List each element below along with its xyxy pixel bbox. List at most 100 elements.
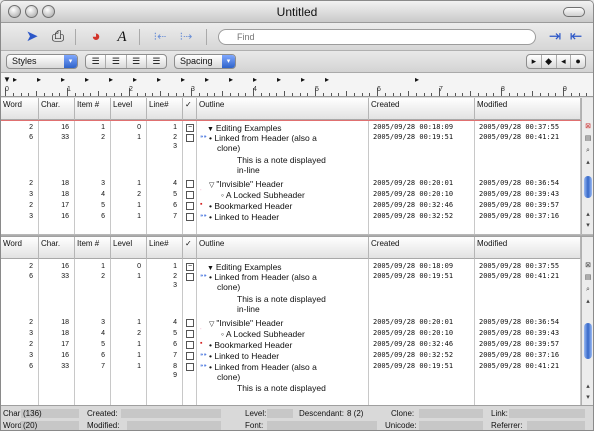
- indent-marker[interactable]: ▼: [3, 75, 11, 84]
- scroll-up-arrow-icon[interactable]: ▴: [583, 297, 593, 307]
- outline-item[interactable]: • Linked to Header: [209, 212, 379, 222]
- column-header-char[interactable]: Char.: [39, 237, 75, 259]
- column-header-created[interactable]: Created: [369, 98, 475, 120]
- left-tab-icon[interactable]: ▸: [527, 55, 542, 68]
- move-right-icon[interactable]: ⁝⇢: [177, 28, 195, 46]
- disclosure-triangle-icon[interactable]: ▼: [207, 126, 216, 133]
- column-header-modified[interactable]: Modified: [475, 237, 581, 259]
- zoom-icon[interactable]: ⌕: [583, 146, 593, 156]
- close-view-icon[interactable]: ⊠: [583, 261, 593, 271]
- outline-item[interactable]: ◦ A Locked Subheader: [221, 329, 391, 339]
- outline-row[interactable]: 6 33 7 1 8 9 ⁍⁍ • Linked from Header (also a clo…: [1, 362, 581, 382]
- outline-row[interactable]: 3 16 6 1 7 ⁍⁍ • Linked to Header 2005/09/28 00:…: [1, 212, 581, 232]
- ruler[interactable]: ▼ ▸ ▸ ▸ ▸ ▸ ▸ ▸ ▸ ▸ ▸ ▸ ▸ ▸ ▸ ▸ 0 1 2 3 4 5 6 7 8 9: [1, 73, 593, 97]
- zoom-icon[interactable]: ⌕: [583, 285, 593, 295]
- column-header-check[interactable]: ✓: [183, 237, 197, 259]
- outline-pane-bottom[interactable]: Word Char. Item # Level Line# ✓ Outline Created…: [1, 237, 581, 405]
- tab-stop-marker[interactable]: ▸: [325, 75, 329, 84]
- column-header-word[interactable]: Word: [1, 237, 39, 259]
- spacing-popup[interactable]: Spacing ▾: [174, 54, 236, 69]
- tab-stop-marker[interactable]: ▸: [205, 75, 209, 84]
- checkbox[interactable]: [186, 319, 194, 327]
- outline-item[interactable]: • Linked from Header (also a clone): [209, 362, 379, 382]
- checkbox[interactable]: [186, 352, 194, 360]
- checkbox[interactable]: −: [186, 263, 194, 271]
- inspector-icon[interactable]: ➤: [23, 28, 41, 46]
- outline-pane-top[interactable]: Word Char. Item # Level Line# ✓ Outline Created…: [1, 98, 581, 234]
- column-header-outline[interactable]: Outline: [197, 237, 369, 259]
- split-view-icon[interactable]: ▤: [583, 134, 593, 144]
- outline-item[interactable]: • Linked from Header (also a clone): [209, 133, 379, 153]
- checkbox[interactable]: [186, 330, 194, 338]
- outline-item[interactable]: • Linked from Header (also a clone): [209, 272, 379, 292]
- column-header-outline[interactable]: Outline: [197, 98, 369, 120]
- styles-popup[interactable]: Styles ▾: [6, 54, 78, 69]
- column-header-item[interactable]: Item #: [75, 237, 111, 259]
- align-center-icon[interactable]: ☰: [106, 55, 127, 68]
- checkbox[interactable]: [186, 363, 194, 371]
- scroll-up-arrow-icon[interactable]: ▴: [583, 382, 593, 392]
- split-view-icon[interactable]: ▤: [583, 273, 593, 283]
- disclosure-triangle-icon[interactable]: ▼: [207, 265, 216, 272]
- tab-stop-marker[interactable]: ▸: [109, 75, 113, 84]
- column-header-line[interactable]: Line#: [147, 237, 183, 259]
- find-field[interactable]: [218, 29, 536, 45]
- color-wheel-icon[interactable]: ◕: [87, 28, 105, 46]
- right-tab-icon[interactable]: ◂: [557, 55, 572, 68]
- column-header-level[interactable]: Level: [111, 98, 147, 120]
- outline-item[interactable]: • Bookmarked Header: [209, 201, 379, 211]
- column-header-item[interactable]: Item #: [75, 98, 111, 120]
- checkbox[interactable]: [186, 202, 194, 210]
- tab-stop-marker[interactable]: ▸: [415, 75, 419, 84]
- tab-stop-marker[interactable]: ▸: [37, 75, 41, 84]
- scroll-down-arrow-icon[interactable]: ▾: [583, 221, 593, 231]
- outline-item[interactable]: • Bookmarked Header: [209, 340, 379, 350]
- align-left-icon[interactable]: ☰: [86, 55, 107, 68]
- tab-stop-marker[interactable]: ▸: [229, 75, 233, 84]
- close-view-icon[interactable]: ⊠: [583, 122, 593, 132]
- scroll-thumb[interactable]: [584, 323, 592, 359]
- back-link-icon[interactable]: ⇤: [567, 28, 585, 46]
- column-header-modified[interactable]: Modified: [475, 98, 581, 120]
- tab-stop-marker[interactable]: ▸: [13, 75, 17, 84]
- tab-stop-marker[interactable]: ▸: [85, 75, 89, 84]
- checkbox[interactable]: [186, 180, 194, 188]
- tab-stop-marker[interactable]: ▸: [157, 75, 161, 84]
- outline-item[interactable]: ◦ A Locked Subheader: [221, 190, 391, 200]
- outline-row[interactable]: 6 33 2 1 2 3 ⁍⁍ • Linked from Header (also a clo…: [1, 272, 581, 292]
- align-justify-icon[interactable]: ☰: [147, 55, 166, 68]
- tab-stop-marker[interactable]: ▸: [253, 75, 257, 84]
- column-header-created[interactable]: Created: [369, 237, 475, 259]
- tab-stop-marker[interactable]: ▸: [301, 75, 305, 84]
- outline-row[interactable]: This is a note displayed in-line: [1, 155, 581, 175]
- column-header-check[interactable]: ✓: [183, 98, 197, 120]
- note-text[interactable]: This is a note displayed in-line: [237, 294, 407, 314]
- outline-row[interactable]: This is a note displayed in-line: [1, 294, 581, 314]
- alignment-segmented-control[interactable]: ☰ ☰ ☰ ☰: [85, 54, 167, 69]
- checkbox[interactable]: −: [186, 124, 194, 132]
- checkbox[interactable]: [186, 134, 194, 142]
- column-header-char[interactable]: Char.: [39, 98, 75, 120]
- scrollbar-bottom[interactable]: ⊠ ▤ ⌕ ▴ ▴ ▾: [581, 237, 593, 405]
- tab-stop-marker[interactable]: ▸: [133, 75, 137, 84]
- note-text[interactable]: This is a note displayed: [237, 383, 407, 393]
- fonts-icon[interactable]: A: [113, 28, 131, 46]
- note-text[interactable]: This is a note displayed in-line: [237, 155, 407, 175]
- checkbox[interactable]: [186, 341, 194, 349]
- scroll-down-arrow-icon[interactable]: ▾: [583, 393, 593, 403]
- outline-row[interactable]: This is a note displayed: [1, 383, 581, 403]
- toolbar-toggle-button[interactable]: [563, 7, 585, 17]
- go-to-link-icon[interactable]: ⇥: [546, 28, 564, 46]
- scroll-thumb[interactable]: [584, 176, 592, 198]
- outline-row[interactable]: 6 33 2 1 2 3 ⁍⁍ • Linked from Header (also a clo…: [1, 133, 581, 153]
- scrollbar-top[interactable]: ⊠ ▤ ⌕ ▴ ▴ ▾: [581, 98, 593, 234]
- tab-type-control[interactable]: ▸ ◆ ◂ ●: [526, 54, 586, 69]
- checkbox[interactable]: [186, 273, 194, 281]
- print-icon[interactable]: ⎙: [49, 28, 67, 46]
- decimal-tab-icon[interactable]: ●: [571, 55, 585, 68]
- column-header-line[interactable]: Line#: [147, 98, 183, 120]
- column-header-word[interactable]: Word: [1, 98, 39, 120]
- scroll-up-arrow-icon[interactable]: ▴: [583, 210, 593, 220]
- align-right-icon[interactable]: ☰: [127, 55, 147, 68]
- move-left-icon[interactable]: ⁝⇠: [151, 28, 169, 46]
